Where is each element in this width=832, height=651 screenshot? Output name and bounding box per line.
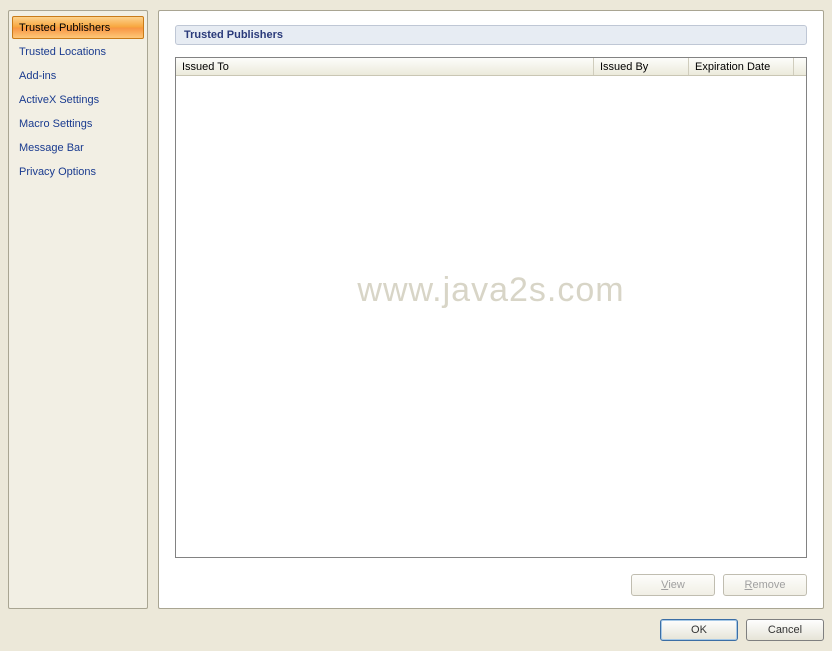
sidebar-item-add-ins[interactable]: Add-ins <box>12 64 144 87</box>
sidebar-item-trusted-locations[interactable]: Trusted Locations <box>12 40 144 63</box>
sidebar-item-message-bar[interactable]: Message Bar <box>12 136 144 159</box>
publishers-table[interactable]: Issued To Issued By Expiration Date <box>175 57 807 558</box>
sidebar-item-macro-settings[interactable]: Macro Settings <box>12 112 144 135</box>
column-header-issued-by[interactable]: Issued By <box>594 58 689 75</box>
panel-button-row: View Remove <box>631 574 807 596</box>
cancel-button[interactable]: Cancel <box>746 619 824 641</box>
dialog-body: Trusted Publishers Trusted Locations Add… <box>8 10 824 609</box>
column-header-expiration-date[interactable]: Expiration Date <box>689 58 794 75</box>
table-body[interactable] <box>176 76 806 557</box>
column-header-issued-to[interactable]: Issued To <box>176 58 594 75</box>
sidebar-item-privacy-options[interactable]: Privacy Options <box>12 160 144 183</box>
section-title: Trusted Publishers <box>175 25 807 45</box>
trust-center-dialog: Trusted Publishers Trusted Locations Add… <box>0 0 832 651</box>
table-header-row: Issued To Issued By Expiration Date <box>176 58 806 76</box>
sidebar-item-activex-settings[interactable]: ActiveX Settings <box>12 88 144 111</box>
column-header-stub <box>794 58 806 75</box>
remove-button: Remove <box>723 574 807 596</box>
view-button: View <box>631 574 715 596</box>
main-panel: Trusted Publishers Issued To Issued By E… <box>158 10 824 609</box>
sidebar-item-trusted-publishers[interactable]: Trusted Publishers <box>12 16 144 39</box>
dialog-button-row: OK Cancel <box>660 619 824 641</box>
ok-button[interactable]: OK <box>660 619 738 641</box>
category-sidebar: Trusted Publishers Trusted Locations Add… <box>8 10 148 609</box>
